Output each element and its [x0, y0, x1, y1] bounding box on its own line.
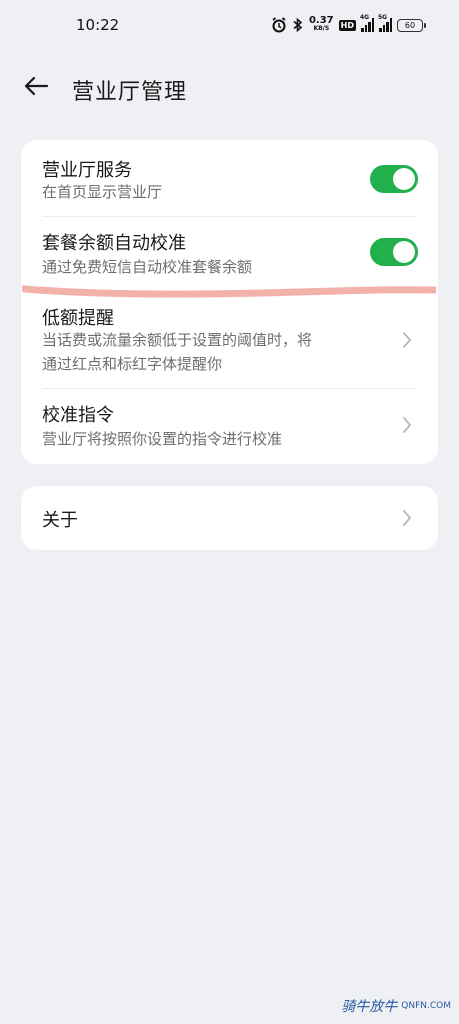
- chevron-right-icon: [400, 330, 414, 350]
- about-label: 关于: [42, 510, 78, 531]
- status-bar: 10:22 0.37 KB/S HD 4G 5G 60: [0, 0, 459, 52]
- chevron-right-icon: [400, 508, 414, 528]
- setting-description: 通过红点和标红字体提醒你: [42, 355, 223, 373]
- watermark-text: 骑牛放牛: [341, 999, 398, 1015]
- setting-label: 低额提醒: [42, 308, 114, 329]
- signal-icon: 4G: [360, 14, 374, 32]
- setting-label: 校准指令: [42, 405, 114, 426]
- hd-icon: HD: [338, 19, 356, 31]
- setting-description: 当话费或流量余额低于设置的阈值时，将: [42, 331, 313, 349]
- setting-label: 营业厅服务: [42, 160, 132, 181]
- header: 营业厅管理: [0, 68, 459, 108]
- chevron-right-icon: [400, 415, 414, 435]
- about-row[interactable]: 关于: [21, 486, 438, 550]
- bluetooth-icon: [292, 17, 304, 33]
- watermark: 骑牛放牛 QNFN.COM: [341, 996, 451, 1016]
- signal-icon: 5G: [378, 14, 392, 32]
- arrow-left-icon: [23, 76, 49, 100]
- toggle-knob: [393, 241, 415, 263]
- network-speed: 0.37 KB/S: [308, 15, 334, 33]
- about-card: 关于: [21, 486, 438, 550]
- watermark-site: QNFN.COM: [401, 1001, 451, 1011]
- status-icons: 0.37 KB/S HD 4G 5G 60: [271, 14, 426, 36]
- setting-description: 营业厅将按照你设置的指令进行校准: [42, 430, 283, 448]
- battery-icon: 60: [397, 18, 426, 32]
- setting-row-auto-calibrate[interactable]: 套餐余额自动校准 通过免费短信自动校准套餐余额: [21, 217, 438, 291]
- settings-card: 营业厅服务 在首页显示营业厅 套餐余额自动校准 通过免费短信自动校准套餐余额 低…: [21, 140, 438, 464]
- setting-row-hall-service[interactable]: 营业厅服务 在首页显示营业厅: [21, 140, 438, 216]
- auto-calibrate-toggle[interactable]: [370, 238, 418, 266]
- alarm-icon: [271, 17, 287, 33]
- screen: 10:22 0.37 KB/S HD 4G 5G 60 营业厅管理 营业厅服务 …: [0, 0, 459, 1024]
- setting-description: 通过免费短信自动校准套餐余额: [42, 258, 253, 276]
- setting-row-low-balance-alert[interactable]: 低额提醒 当话费或流量余额低于设置的阈值时，将 通过红点和标红字体提醒你: [21, 300, 438, 388]
- back-button[interactable]: [18, 72, 54, 104]
- setting-row-calibration-command[interactable]: 校准指令 营业厅将按照你设置的指令进行校准: [21, 389, 438, 464]
- toggle-knob: [393, 168, 415, 190]
- status-time: 10:22: [76, 16, 120, 34]
- page-title: 营业厅管理: [72, 80, 188, 105]
- hall-service-toggle[interactable]: [370, 165, 418, 193]
- setting-description: 在首页显示营业厅: [42, 183, 163, 201]
- setting-label: 套餐余额自动校准: [42, 233, 186, 254]
